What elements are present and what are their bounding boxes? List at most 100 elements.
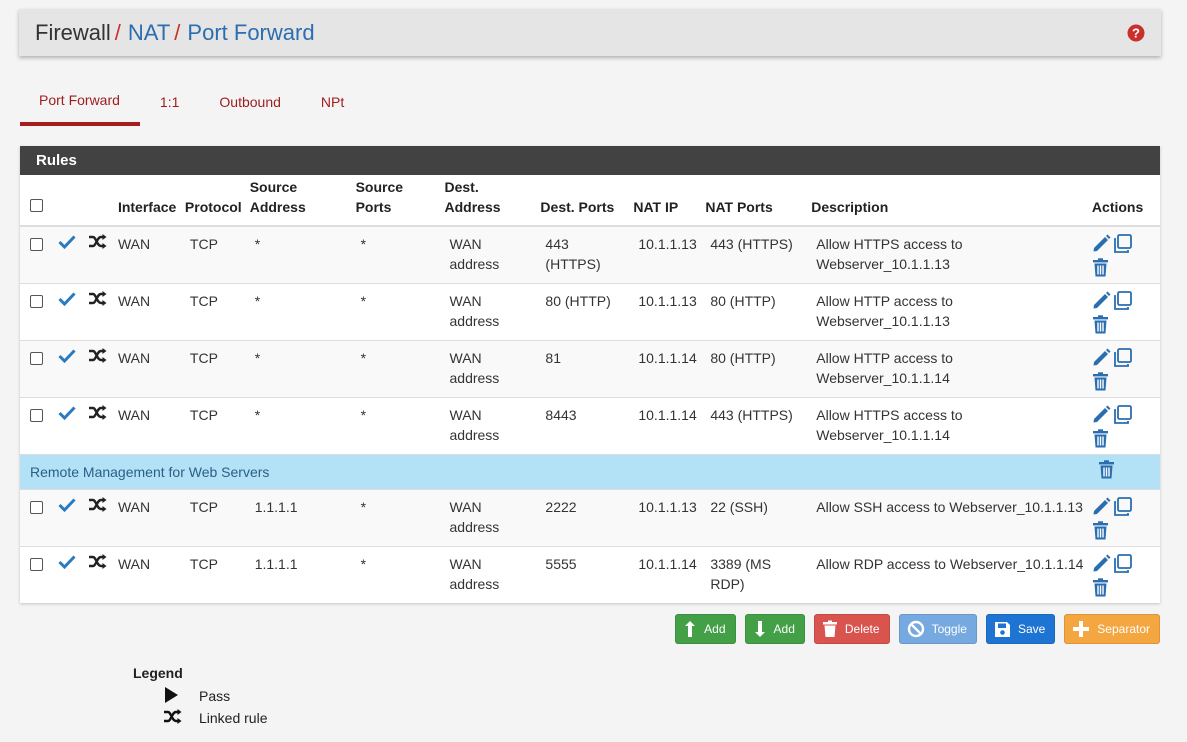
legend-title: Legend	[133, 665, 183, 681]
arrow-down-icon	[754, 621, 765, 637]
copy-icon[interactable]	[1113, 496, 1132, 516]
cell-protocol: TCP	[180, 396, 246, 454]
cell-actions	[1087, 396, 1160, 454]
row-checkbox[interactable]	[30, 294, 43, 308]
table-row[interactable]: WAN TCP 1.1.1.1 * WAN address 2222 10.1.1.13 22 …	[20, 488, 1160, 546]
check-icon[interactable]	[58, 234, 76, 254]
cell-interface: WAN	[113, 225, 181, 283]
copy-icon[interactable]	[1113, 290, 1132, 310]
trash-icon[interactable]	[1092, 258, 1111, 277]
cell-nat-ip: 10.1.1.14	[629, 396, 702, 454]
cell-interface: WAN	[113, 339, 181, 397]
col-nat-ports: NAT Ports	[701, 175, 808, 227]
breadcrumb-nat-link[interactable]: NAT	[128, 20, 170, 46]
cell-source-ports: *	[351, 282, 441, 340]
delete-button[interactable]: Delete	[813, 614, 890, 644]
legend-linked: Linked rule	[133, 707, 268, 729]
trash-icon[interactable]	[1092, 314, 1111, 334]
table-row[interactable]: WAN TCP * * WAN address 8443 10.1.1.14 443 (HTTP…	[20, 396, 1160, 454]
check-icon[interactable]	[58, 554, 76, 574]
tab-1-1[interactable]: 1:1	[140, 82, 199, 122]
cell-dest-ports: 81	[536, 339, 630, 397]
cell-actions	[1087, 339, 1160, 397]
tab-outbound[interactable]: Outbound	[199, 82, 301, 122]
arrow-up-icon	[685, 621, 696, 637]
shuffle-icon	[88, 347, 107, 368]
cell-nat-ports: 443 (HTTPS)	[701, 225, 808, 283]
cell-source-address: 1.1.1.1	[245, 488, 352, 546]
panel-title: Rules	[20, 146, 1160, 175]
cell-dest-address: WAN address	[440, 545, 537, 603]
breadcrumb: Firewall / NAT / Port Forward ?	[19, 9, 1161, 56]
trash-icon[interactable]	[1098, 459, 1117, 479]
plus-icon	[1073, 621, 1090, 637]
copy-icon[interactable]	[1113, 553, 1132, 573]
cell-description: Allow HTTPS access to Webserver_10.1.1.13	[807, 225, 1088, 283]
row-checkbox[interactable]	[30, 351, 43, 365]
copy-icon[interactable]	[1113, 404, 1132, 424]
trash-icon[interactable]	[1092, 577, 1111, 597]
row-checkbox[interactable]	[30, 238, 43, 251]
table-row[interactable]: WAN TCP * * WAN address 81 10.1.1.14 80 (HTTP) Al…	[20, 339, 1160, 397]
toggle-button[interactable]: Toggle	[898, 614, 977, 644]
legend: Legend Pass Linked rule	[133, 665, 268, 729]
nat-tabs: Port Forward 1:1 Outbound NPt	[20, 82, 364, 126]
tab-port-forward[interactable]: Port Forward	[20, 82, 140, 126]
cell-source-ports: *	[351, 488, 441, 546]
pencil-icon[interactable]	[1092, 348, 1111, 367]
check-icon[interactable]	[58, 497, 76, 517]
cell-nat-ip: 10.1.1.14	[629, 339, 702, 397]
separator-button[interactable]: Separator	[1064, 614, 1160, 644]
cell-dest-address: WAN address	[440, 488, 537, 546]
cell-description: Allow HTTP access to Webserver_10.1.1.14	[807, 339, 1088, 397]
row-checkbox[interactable]	[30, 500, 43, 514]
add-top-button[interactable]: Add	[675, 614, 736, 644]
cell-dest-address: WAN address	[440, 282, 537, 340]
check-icon[interactable]	[58, 291, 76, 311]
cell-description: Allow HTTP access to Webserver_10.1.1.13	[807, 282, 1088, 340]
question-circle-icon[interactable]: ?	[1127, 24, 1145, 42]
col-source-ports: Source Ports	[351, 175, 441, 227]
breadcrumb-separator: /	[174, 19, 181, 45]
pencil-icon[interactable]	[1092, 554, 1111, 573]
cell-protocol: TCP	[180, 225, 246, 283]
table-row[interactable]: WAN TCP * * WAN address 80 (HTTP) 10.1.1.13 80 (…	[20, 282, 1160, 340]
pencil-icon[interactable]	[1092, 405, 1111, 424]
cell-dest-ports: 2222	[536, 488, 630, 546]
trash-icon[interactable]	[1092, 371, 1111, 391]
pencil-icon[interactable]	[1092, 497, 1111, 516]
pencil-icon[interactable]	[1092, 234, 1111, 253]
copy-icon[interactable]	[1113, 347, 1132, 367]
cell-protocol: TCP	[180, 545, 246, 603]
cell-actions	[1087, 453, 1160, 489]
col-interface: Interface	[113, 175, 181, 227]
pencil-icon[interactable]	[1092, 291, 1111, 310]
cell-interface: WAN	[113, 545, 181, 603]
col-nat-ip: NAT IP	[629, 175, 702, 227]
breadcrumb-port-forward-link[interactable]: Port Forward	[187, 20, 314, 46]
trash-icon[interactable]	[1092, 520, 1111, 540]
cell-nat-ip: 10.1.1.13	[629, 282, 702, 340]
trash-icon[interactable]	[1092, 428, 1111, 448]
check-icon[interactable]	[58, 405, 76, 425]
row-checkbox[interactable]	[30, 408, 43, 422]
table-row[interactable]: WAN TCP * * WAN address 443 (HTTPS) 10.1.1.13 443…	[20, 225, 1160, 283]
save-button[interactable]: Save	[985, 614, 1056, 644]
cell-interface: WAN	[113, 488, 181, 546]
table-header-row: Interface Protocol Source Address Source P…	[20, 175, 1160, 227]
col-dest-address: Dest. Address	[440, 175, 537, 227]
cell-nat-ip: 10.1.1.13	[629, 225, 702, 283]
copy-icon[interactable]	[1113, 234, 1132, 253]
cell-dest-address: WAN address	[440, 225, 537, 283]
shuffle-icon	[88, 553, 107, 574]
cell-source-ports: *	[351, 339, 441, 397]
add-bottom-button[interactable]: Add	[744, 614, 805, 644]
check-icon[interactable]	[58, 348, 76, 368]
col-actions: Actions	[1087, 175, 1160, 227]
table-row[interactable]: WAN TCP 1.1.1.1 * WAN address 5555 10.1.1.14 338…	[20, 545, 1160, 603]
row-checkbox[interactable]	[30, 557, 43, 571]
select-all-checkbox[interactable]	[30, 199, 43, 212]
cell-actions	[1087, 225, 1160, 283]
tab-npt[interactable]: NPt	[301, 82, 364, 122]
cell-nat-ports: 22 (SSH)	[701, 488, 808, 546]
